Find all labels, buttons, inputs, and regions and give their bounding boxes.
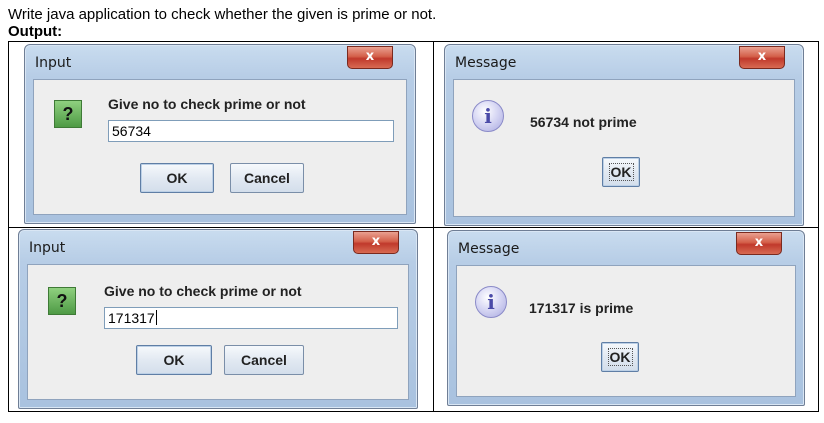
message-text: 56734 not prime (530, 114, 637, 130)
dialog-title: Input (29, 240, 66, 256)
dialog-body: i 171317 is prime OK (456, 265, 796, 397)
dialog-title: Message (455, 55, 517, 71)
information-icon: i (475, 286, 507, 318)
ok-button[interactable]: OK (136, 345, 212, 375)
information-icon: i (472, 100, 504, 132)
number-input-value: 171317 (108, 310, 155, 326)
number-input[interactable]: 171317 (104, 307, 398, 329)
prompt-label: Give no to check prime or not (104, 283, 302, 299)
question-icon: ? (54, 100, 82, 128)
input-dialog-1: Input x ? Give no to check prime or not … (24, 44, 416, 224)
ok-button-label: OK (608, 163, 634, 181)
ok-button[interactable]: OK (602, 157, 640, 187)
heading-text: Write java application to check whether … (8, 6, 437, 23)
dialog-title: Message (458, 241, 520, 257)
close-button[interactable]: x (347, 46, 393, 69)
dialog-title: Input (35, 55, 72, 71)
close-button[interactable]: x (739, 46, 785, 69)
input-dialog-2: Input x ? Give no to check prime or not … (18, 229, 418, 409)
dialog-body: ? Give no to check prime or not 56734 OK… (33, 79, 407, 215)
output-label: Output: (8, 23, 63, 40)
dialog-body: ? Give no to check prime or not 171317 O… (27, 264, 409, 400)
message-text: 171317 is prime (529, 300, 634, 316)
cancel-button[interactable]: Cancel (224, 345, 304, 375)
message-dialog-1: Message x i 56734 not prime OK (444, 44, 804, 226)
table-divider-horizontal (9, 227, 818, 228)
close-button[interactable]: x (736, 232, 782, 255)
prompt-label: Give no to check prime or not (108, 96, 306, 112)
number-input[interactable]: 56734 (108, 120, 394, 142)
cancel-button[interactable]: Cancel (230, 163, 304, 193)
ok-button[interactable]: OK (601, 342, 639, 372)
close-button[interactable]: x (353, 231, 399, 254)
ok-button[interactable]: OK (140, 163, 214, 193)
question-icon: ? (48, 287, 76, 315)
message-dialog-2: Message x i 171317 is prime OK (447, 230, 805, 406)
ok-button-label: OK (607, 348, 633, 366)
text-caret (155, 310, 157, 325)
dialog-body: i 56734 not prime OK (453, 79, 795, 217)
